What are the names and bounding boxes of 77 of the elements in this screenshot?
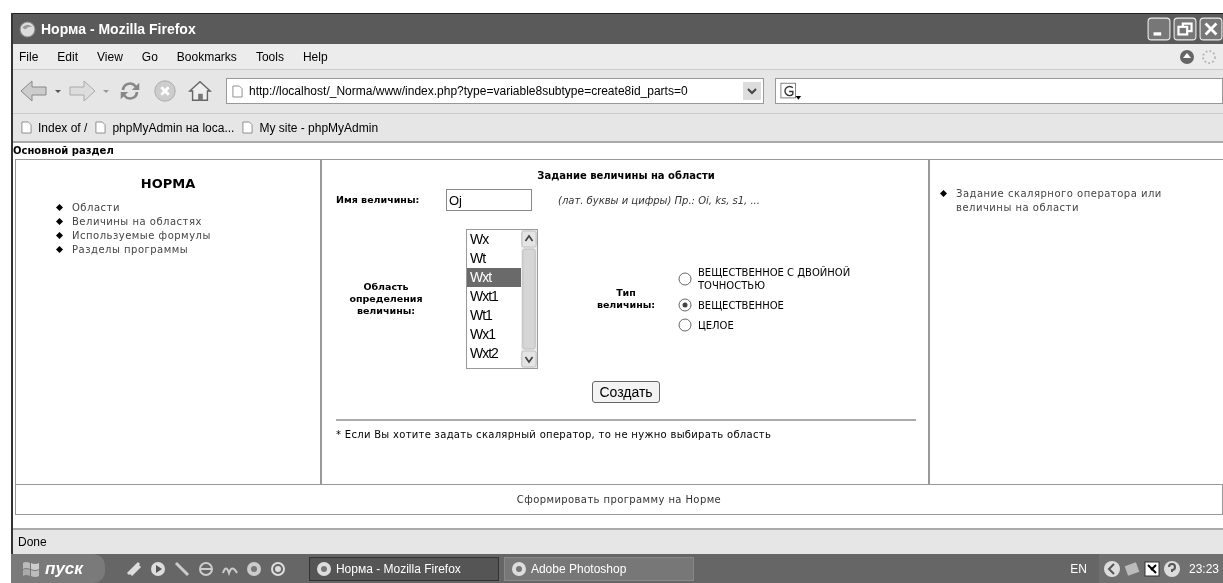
- clock: 23:23: [1188, 561, 1219, 576]
- window-title: Норма - Mozilla Firefox: [41, 21, 196, 38]
- dropdown-icon[interactable]: [743, 82, 761, 101]
- menu-item[interactable]: Go: [141, 49, 158, 64]
- form-heading: Задание величины на области: [536, 170, 716, 182]
- bookmark-item[interactable]: My site - phpMyAdmin: [242, 120, 379, 135]
- radio-button[interactable]: [678, 298, 692, 313]
- app-icon: [315, 560, 332, 577]
- scrollbar[interactable]: [521, 230, 537, 369]
- list-option[interactable]: Wxt2: [467, 344, 521, 364]
- radio-label[interactable]: ВЕЩЕСТВЕННОЕ: [698, 298, 898, 312]
- bullet-icon: [56, 232, 63, 240]
- bookmark-item[interactable]: phpMyAdmin на loca...: [95, 120, 235, 135]
- domain-listbox[interactable]: Wx Wt Wxt Wxt1 Wt1 Wx1 Wxt2: [466, 229, 538, 370]
- hint-text: (лат. буквы и цифры) Пр.: Oi, ks, s1, ...: [558, 194, 760, 206]
- section-title: Основной раздел: [13, 144, 115, 159]
- bookmark-item[interactable]: Index of /: [21, 120, 88, 135]
- media-player-icon[interactable]: [148, 559, 167, 578]
- field-label: Тип величины:: [595, 287, 657, 312]
- name-input[interactable]: Oj: [446, 189, 532, 212]
- sidebar-link[interactable]: Величины на областях: [72, 215, 202, 230]
- page-icon: [95, 121, 107, 135]
- menu-item[interactable]: Edit: [57, 49, 79, 64]
- chevron-icon[interactable]: [1102, 559, 1121, 578]
- list-option[interactable]: Wx: [467, 230, 521, 250]
- url-text: http://localhost/_Norma/www/index.php?type=variable8subtype=create8id_parts=0: [249, 84, 689, 99]
- throbber-icon: [1201, 48, 1217, 65]
- quick-launch-icon[interactable]: [124, 559, 143, 578]
- radio-label[interactable]: ЦЕЛОЕ: [698, 318, 898, 332]
- sidebar-title: НОРМА: [139, 176, 197, 192]
- radio-label[interactable]: ВЕЩЕСТВЕННОЕ С ДВОЙНОЙ ТОЧНОСТЬЮ: [698, 266, 898, 293]
- create-button[interactable]: Создать: [592, 381, 660, 404]
- list-option[interactable]: Wxt1: [467, 287, 521, 307]
- update-icon[interactable]: [1179, 48, 1195, 65]
- language-indicator[interactable]: EN: [1070, 561, 1087, 576]
- close-icon[interactable]: [1199, 17, 1223, 42]
- note-text: * Если Вы хотите задать скалярный оператор, то не нужно выбирать область: [336, 429, 773, 441]
- sidebar-link[interactable]: Разделы программы: [72, 243, 189, 258]
- status-text: Done: [18, 534, 47, 549]
- footer-link[interactable]: Сформировать программу на Норме: [516, 494, 722, 506]
- page-icon: [21, 121, 32, 135]
- restore-icon[interactable]: [1173, 17, 1197, 42]
- list-option[interactable]: Wxt: [467, 268, 521, 288]
- taskbar-button[interactable]: Норма - Mozilla Firefox: [308, 556, 499, 581]
- radio-button[interactable]: [678, 318, 692, 333]
- app-icon: [510, 560, 527, 577]
- list-option[interactable]: Wx1: [467, 325, 521, 345]
- minimize-icon[interactable]: [1147, 17, 1171, 42]
- radio-button[interactable]: [678, 272, 692, 287]
- address-field[interactable]: http://localhost/_Norma/www/index.php?type=variable8subtype=create8id_parts=0: [226, 78, 764, 105]
- bullet-icon: [940, 190, 947, 198]
- list-option[interactable]: Wt1: [467, 306, 521, 326]
- tray-icon[interactable]: [1142, 559, 1161, 578]
- windows-flag-icon: [21, 559, 41, 578]
- page-icon: [232, 84, 243, 98]
- menu-item[interactable]: View: [97, 49, 123, 64]
- sidebar-link[interactable]: Используемые формулы: [72, 229, 211, 244]
- caret-icon[interactable]: [54, 87, 62, 96]
- search-field[interactable]: [775, 78, 1223, 105]
- search-engine-icon[interactable]: [780, 81, 802, 101]
- quick-launch-icon[interactable]: [268, 559, 287, 578]
- start-button[interactable]: пуск: [11, 554, 105, 583]
- field-label: Область определения величины:: [348, 281, 424, 318]
- sidebar-link[interactable]: Области: [72, 201, 120, 216]
- menu-item[interactable]: File: [19, 49, 39, 64]
- bullet-icon: [56, 204, 63, 212]
- taskbar-button[interactable]: Adobe Photoshop: [503, 556, 694, 581]
- action-link[interactable]: Задание скалярного оператора или величины на области: [956, 187, 1181, 216]
- field-label: Имя величины:: [336, 194, 421, 207]
- menu-item[interactable]: Bookmarks: [176, 49, 237, 64]
- menu-item[interactable]: Help: [302, 49, 328, 64]
- bullet-icon: [56, 218, 63, 226]
- help-icon[interactable]: [1162, 559, 1181, 578]
- list-option[interactable]: Wt: [467, 249, 521, 269]
- bullet-icon: [56, 246, 63, 254]
- menu-item[interactable]: Tools: [255, 49, 284, 64]
- page-icon: [242, 121, 254, 135]
